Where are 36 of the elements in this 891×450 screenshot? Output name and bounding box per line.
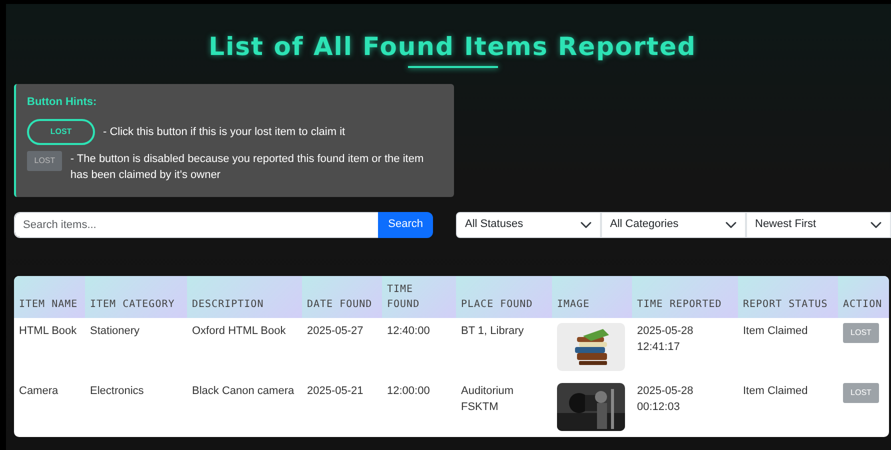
description-text: Oxford HTML Book: [192, 324, 287, 338]
filter-dropdown[interactable]: All Statuses: [456, 212, 601, 238]
column-header: TIME REPORTED: [632, 276, 738, 318]
column-header: REPORT STATUS: [738, 276, 838, 318]
page-title: List of All Found Items Reported: [208, 31, 698, 62]
date-text: 2025-05-21: [307, 384, 364, 398]
status-text: Item Claimed: [743, 384, 809, 398]
category-text: Electronics: [90, 384, 145, 398]
time-text: 12:00:00: [387, 384, 431, 398]
search-button[interactable]: Search: [378, 212, 433, 238]
item-name: Camera: [19, 384, 60, 398]
column-header: TIME FOUND: [382, 276, 456, 318]
column-header: ITEM NAME: [14, 276, 85, 318]
place-text: Auditorium FSKTM: [461, 384, 515, 414]
search-field[interactable]: Search items...: [14, 212, 380, 238]
description-text: Black Canon camera: [192, 384, 296, 398]
column-header: PLACE FOUND: [456, 276, 552, 318]
hint-text: - Click this button if this is your lost item to claim it: [103, 124, 346, 140]
place-text: BT 1, Library: [461, 324, 525, 338]
filter-dropdown[interactable]: All Categories: [601, 212, 746, 238]
status-text: Item Claimed: [743, 324, 809, 338]
column-header: ACTION: [838, 276, 889, 318]
column-header: DESCRIPTION: [187, 276, 302, 318]
timestamp-text: 2025-05-28 12:41:17: [637, 324, 694, 354]
hints-heading: Button Hints:: [27, 95, 98, 110]
item-name: HTML Book: [19, 324, 78, 338]
lost-button[interactable]: LOST: [27, 118, 95, 144]
hint-text: - The button is disabled because you reported this found item or the item has been claimed by it's owner: [70, 152, 425, 182]
column-header: DATE FOUND: [302, 276, 382, 318]
date-text: 2025-05-27: [307, 324, 364, 338]
category-text: Stationery: [90, 324, 141, 338]
time-text: 12:40:00: [387, 324, 431, 338]
column-header: IMAGE: [552, 276, 632, 318]
filter-dropdown[interactable]: Newest First: [746, 212, 891, 238]
column-header: ITEM CATEGORY: [85, 276, 187, 318]
timestamp-text: 2025-05-28 00:12:03: [637, 384, 694, 414]
